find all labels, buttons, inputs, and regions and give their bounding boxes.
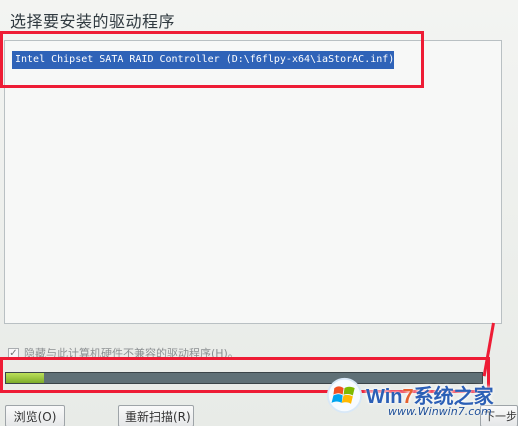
page-title: 选择要安装的驱动程序 [10,12,176,31]
progress-bar [5,372,483,384]
progress-fill [6,373,45,383]
watermark-brand-7: 7 [402,386,414,408]
watermark-url: www.Winwin7.com [388,405,492,418]
driver-install-screen: 选择要安装的驱动程序 Intel Chipset SATA RAID Contr… [0,0,518,426]
next-button[interactable]: 下一步(N) [480,405,518,426]
browse-button[interactable]: 浏览(O) [5,405,65,426]
hide-incompatible-label: 隐藏与此计算机硬件不兼容的驱动程序(H)。 [24,347,239,360]
driver-list-item[interactable]: Intel Chipset SATA RAID Controller (D:\f… [12,51,394,69]
watermark-brand: Win7系统之家 [366,380,494,409]
rescan-button[interactable]: 重新扫描(R) [118,405,194,426]
hide-incompatible-option[interactable]: ✓ 隐藏与此计算机硬件不兼容的驱动程序(H)。 [8,345,239,361]
watermark-brand-win: Win [366,386,403,408]
hide-incompatible-checkbox[interactable]: ✓ [8,347,19,359]
driver-list[interactable]: Intel Chipset SATA RAID Controller (D:\f… [4,40,502,324]
highlight-arrow-line [482,322,495,377]
